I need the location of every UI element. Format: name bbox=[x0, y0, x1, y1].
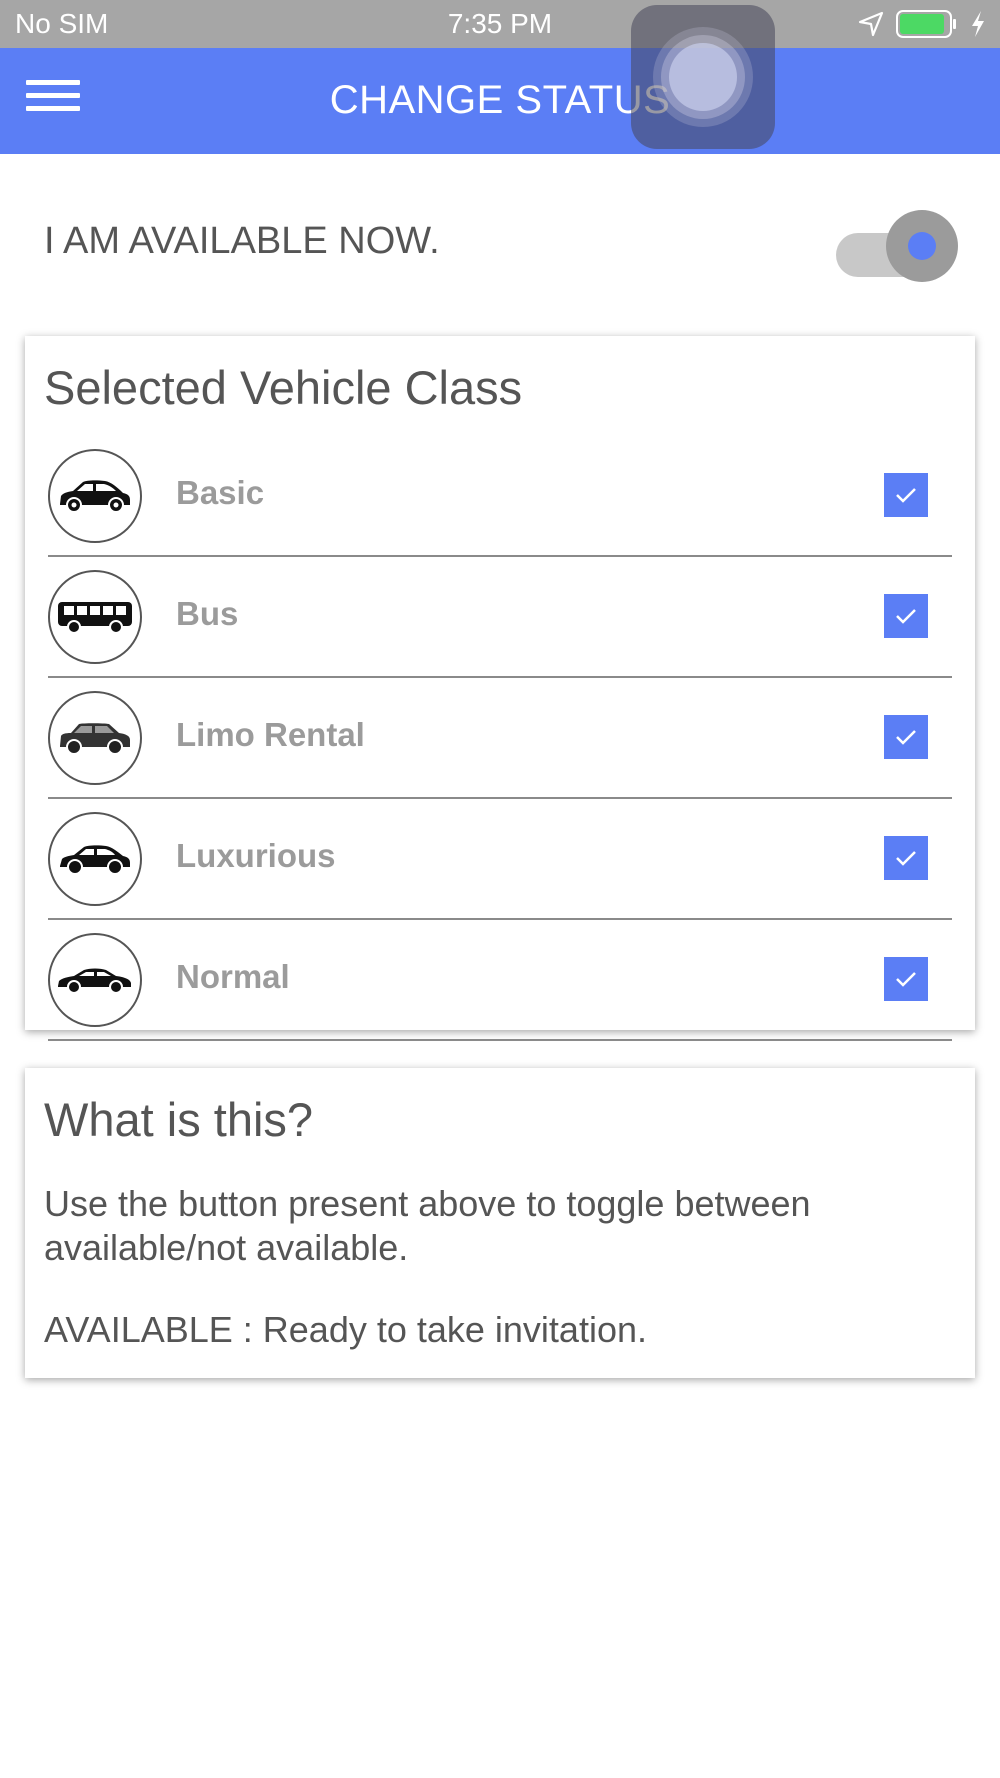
vehicle-item-normal[interactable]: Normal bbox=[48, 920, 952, 1041]
hatchback-car-icon bbox=[48, 812, 142, 906]
toggle-knob bbox=[886, 210, 958, 282]
battery-icon bbox=[896, 10, 956, 38]
vehicle-checkbox-bus[interactable] bbox=[884, 594, 928, 638]
vehicle-class-title: Selected Vehicle Class bbox=[44, 361, 523, 414]
vehicle-label: Basic bbox=[176, 474, 265, 511]
vehicle-checkbox-normal[interactable] bbox=[884, 957, 928, 1001]
sedan-car-icon bbox=[48, 933, 142, 1027]
vehicle-checkbox-basic[interactable] bbox=[884, 473, 928, 517]
assistive-touch-button[interactable] bbox=[631, 5, 775, 149]
info-card: What is this? Use the button present abo… bbox=[25, 1068, 975, 1378]
vehicle-item-luxurious[interactable]: Luxurious bbox=[48, 799, 952, 920]
checkmark-icon bbox=[896, 488, 916, 503]
vehicle-label: Luxurious bbox=[176, 837, 336, 874]
vehicle-item-limo-rental[interactable]: Limo Rental bbox=[48, 678, 952, 799]
charging-bolt-icon bbox=[972, 11, 984, 37]
checkmark-icon bbox=[896, 851, 916, 866]
vehicle-class-card: Selected Vehicle Class Basic Bus Limo Re… bbox=[25, 336, 975, 1041]
location-arrow-icon bbox=[858, 11, 884, 37]
status-icons bbox=[858, 8, 986, 40]
hatchback-car-icon bbox=[48, 449, 142, 543]
availability-toggle[interactable] bbox=[836, 210, 958, 282]
vehicle-item-basic[interactable]: Basic bbox=[48, 436, 952, 557]
availability-row: I AM AVAILABLE NOW. bbox=[0, 196, 1000, 292]
vehicle-label: Limo Rental bbox=[176, 716, 365, 753]
checkmark-icon bbox=[896, 609, 916, 624]
info-description: Use the button present above to toggle b… bbox=[44, 1183, 811, 1268]
available-note: AVAILABLE : Ready to take invitation. bbox=[44, 1309, 647, 1350]
vehicle-item-bus[interactable]: Bus bbox=[48, 557, 952, 678]
page-title: CHANGE STATUS bbox=[329, 78, 671, 122]
checkmark-icon bbox=[896, 730, 916, 745]
checkmark-icon bbox=[896, 972, 916, 987]
status-bar: No SIM 7:35 PM bbox=[0, 0, 1000, 48]
vehicle-label: Normal bbox=[176, 958, 290, 995]
vehicle-class-list: Basic Bus Limo Rental Luxurious Normal bbox=[48, 436, 952, 1041]
vehicle-label: Bus bbox=[176, 595, 239, 632]
clock-label: 7:35 PM bbox=[447, 8, 553, 39]
vehicle-checkbox-limo-rental[interactable] bbox=[884, 715, 928, 759]
info-title: What is this? bbox=[44, 1093, 314, 1146]
app-header: CHANGE STATUS bbox=[0, 48, 1000, 154]
suv-icon bbox=[48, 691, 142, 785]
vehicle-checkbox-luxurious[interactable] bbox=[884, 836, 928, 880]
availability-label: I AM AVAILABLE NOW. bbox=[44, 220, 440, 262]
bus-icon bbox=[48, 570, 142, 664]
